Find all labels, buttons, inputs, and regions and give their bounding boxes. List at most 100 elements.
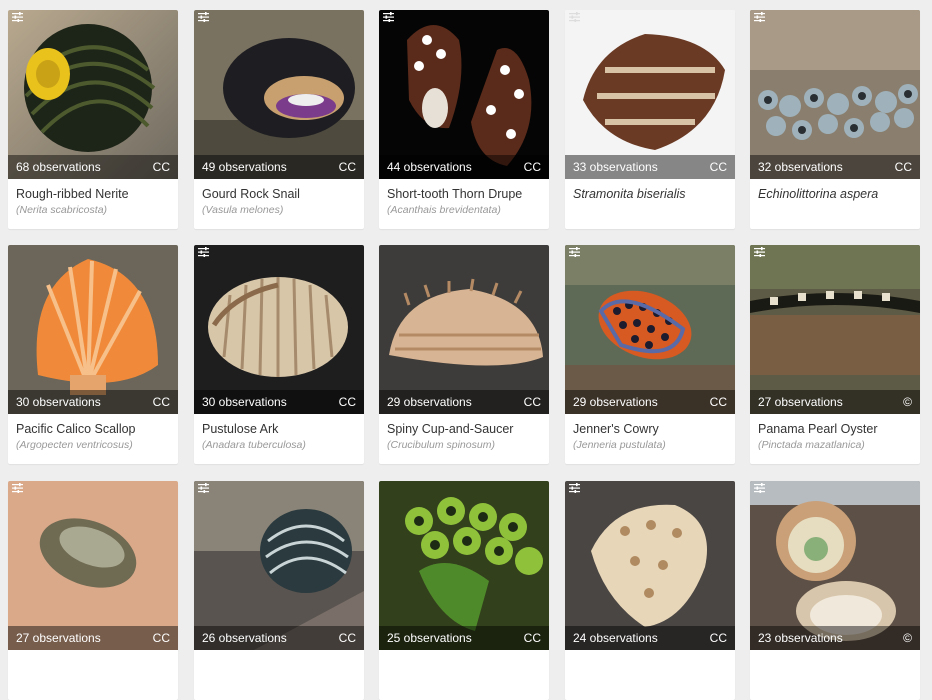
license-badge[interactable]: CC [524,626,541,650]
observation-count[interactable]: 23 observations [758,626,843,650]
filter-sliders-icon[interactable] [569,247,580,257]
filter-sliders-icon[interactable] [12,12,23,22]
scientific-name: (Anadara tuberculosa) [202,439,306,451]
scientific-name: (Nerita scabricosta) [16,204,108,216]
license-badge[interactable]: © [903,390,912,414]
species-photo[interactable]: 24 observations CC [565,481,735,650]
species-names: Jenner's Cowry (Jenneria pustulata) [573,421,729,451]
filter-sliders-icon[interactable] [754,483,765,493]
species-photo[interactable]: 29 observations CC [565,245,735,414]
species-photo[interactable]: 33 observations CC [565,10,735,179]
common-name[interactable]: Spiny Cup-and-Saucer [387,421,543,437]
filter-sliders-icon[interactable] [754,247,765,257]
species-names: Panama Pearl Oyster (Pinctada mazatlanic… [758,421,914,451]
filter-sliders-icon[interactable] [754,12,765,22]
observation-count[interactable]: 29 observations [387,390,472,414]
scientific-name: (Vasula melones) [202,204,284,216]
observation-count[interactable]: 24 observations [573,626,658,650]
species-card[interactable]: 24 observations CC [565,481,735,700]
license-badge[interactable]: CC [339,390,356,414]
common-name[interactable]: Stramonita biserialis [573,186,729,202]
species-card[interactable]: 29 observations CC Jenner's Cowry (Jenne… [565,245,735,464]
filter-sliders-icon[interactable] [569,483,580,493]
license-badge[interactable]: CC [153,626,170,650]
species-photo[interactable]: 29 observations CC [379,245,549,414]
species-card[interactable]: 33 observations CC Stramonita biserialis [565,10,735,229]
observation-bar: 44 observations CC [379,155,549,179]
species-photo[interactable]: 49 observations CC [194,10,364,179]
species-photo[interactable]: 32 observations CC [750,10,920,179]
species-names [758,657,914,659]
species-card[interactable]: 27 observations © Panama Pearl Oyster (P… [750,245,920,464]
species-names: Pacific Calico Scallop (Argopecten ventr… [16,421,172,451]
observation-count[interactable]: 27 observations [758,390,843,414]
common-name[interactable]: Short-tooth Thorn Drupe [387,186,543,202]
license-badge[interactable]: CC [339,626,356,650]
observation-count[interactable]: 25 observations [387,626,472,650]
filter-sliders-icon[interactable] [12,483,23,493]
common-name[interactable]: Echinolittorina aspera [758,186,914,202]
species-card[interactable]: 49 observations CC Gourd Rock Snail (Vas… [194,10,364,229]
license-badge[interactable]: CC [524,155,541,179]
species-names: Spiny Cup-and-Saucer (Crucibulum spinosu… [387,421,543,451]
observation-count[interactable]: 27 observations [16,626,101,650]
observation-count[interactable]: 30 observations [16,390,101,414]
filter-sliders-icon[interactable] [569,12,580,22]
species-photo[interactable]: 30 observations CC [194,245,364,414]
observation-count[interactable]: 32 observations [758,155,843,179]
species-names: Rough-ribbed Nerite (Nerita scabricosta) [16,186,172,216]
observation-count[interactable]: 33 observations [573,155,658,179]
observation-count[interactable]: 29 observations [573,390,658,414]
species-photo[interactable]: 30 observations CC [8,245,178,414]
observation-count[interactable]: 68 observations [16,155,101,179]
common-name[interactable]: Gourd Rock Snail [202,186,358,202]
scientific-name: (Jenneria pustulata) [573,439,666,451]
license-badge[interactable]: CC [153,390,170,414]
species-photo[interactable]: 26 observations CC [194,481,364,650]
species-names [16,657,172,659]
common-name[interactable]: Jenner's Cowry [573,421,729,437]
species-card[interactable]: 68 observations CC Rough-ribbed Nerite (… [8,10,178,229]
species-card[interactable]: 29 observations CC Spiny Cup-and-Saucer … [379,245,549,464]
observation-bar: 27 observations © [750,390,920,414]
common-name[interactable]: Pacific Calico Scallop [16,421,172,437]
species-card[interactable]: 23 observations © [750,481,920,700]
species-card[interactable]: 27 observations CC [8,481,178,700]
observation-count[interactable]: 49 observations [202,155,287,179]
filter-sliders-icon[interactable] [198,483,209,493]
common-name[interactable]: Pustulose Ark [202,421,358,437]
filter-sliders-icon[interactable] [198,247,209,257]
species-card[interactable]: 44 observations CC Short-tooth Thorn Dru… [379,10,549,229]
license-badge[interactable]: CC [710,626,727,650]
license-badge[interactable]: CC [153,155,170,179]
species-photo[interactable]: 25 observations CC [379,481,549,650]
observation-count[interactable]: 30 observations [202,390,287,414]
license-badge[interactable]: CC [524,390,541,414]
species-card[interactable]: 30 observations CC Pacific Calico Scallo… [8,245,178,464]
species-card[interactable]: 25 observations CC [379,481,549,700]
species-photo[interactable]: 23 observations © [750,481,920,650]
filter-sliders-icon[interactable] [198,12,209,22]
species-photo[interactable]: 27 observations CC [8,481,178,650]
species-card[interactable]: 30 observations CC Pustulose Ark (Anadar… [194,245,364,464]
license-badge[interactable]: CC [339,155,356,179]
species-names: Pustulose Ark (Anadara tuberculosa) [202,421,358,451]
common-name[interactable]: Panama Pearl Oyster [758,421,914,437]
species-card[interactable]: 26 observations CC [194,481,364,700]
license-badge[interactable]: CC [710,155,727,179]
license-badge[interactable]: CC [710,390,727,414]
filter-sliders-icon[interactable] [383,12,394,22]
observation-bar: 30 observations CC [8,390,178,414]
observation-count[interactable]: 44 observations [387,155,472,179]
scientific-name: (Pinctada mazatlanica) [758,439,865,451]
common-name[interactable]: Rough-ribbed Nerite [16,186,172,202]
species-photo[interactable]: 44 observations CC [379,10,549,179]
species-photo[interactable]: 27 observations © [750,245,920,414]
license-badge[interactable]: © [903,626,912,650]
observation-count[interactable]: 26 observations [202,626,287,650]
observation-bar: 33 observations CC [565,155,735,179]
species-photo[interactable]: 68 observations CC [8,10,178,179]
license-badge[interactable]: CC [895,155,912,179]
species-card[interactable]: 32 observations CC Echinolittorina asper… [750,10,920,229]
observation-bar: 32 observations CC [750,155,920,179]
